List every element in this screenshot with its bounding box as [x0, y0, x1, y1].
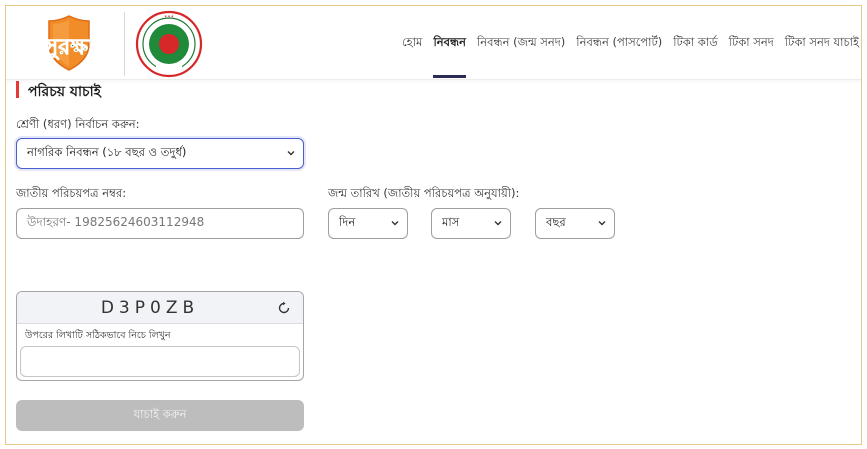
svg-text:সুরক্ষা: সুরক্ষা [43, 35, 96, 61]
captcha-code: D3P0ZB [100, 298, 200, 318]
category-select-value: নাগরিক নিবন্ধন (১৮ বছর ও তদুর্ধ) [27, 145, 187, 159]
chevron-down-icon [287, 150, 295, 155]
dob-month-value: মাস [442, 215, 460, 229]
svg-text:•••: ••• [164, 14, 174, 20]
captcha-input[interactable] [20, 346, 300, 377]
nav-item-vaccine-certificate[interactable]: টিকা সনদ [729, 6, 774, 80]
nid-placeholder: উদাহরণ- 19825624603112948 [27, 214, 205, 229]
category-select[interactable]: নাগরিক নিবন্ধন (১৮ বছর ও তদুর্ধ) [16, 138, 304, 169]
page-title: পরিচয় যাচাই [28, 84, 101, 100]
title-accent-bar [16, 81, 19, 98]
site-header: সুরক্ষা ••• হোম নিবন্ধন নিবন্ধন (জন্ম সন… [6, 6, 861, 80]
chevron-down-icon [494, 220, 502, 225]
captcha-panel: D3P0ZB উপরের লিখাটি সঠিকভাবে নিচে লিখুন [16, 291, 304, 381]
captcha-instruction: উপরের লিখাটি সঠিকভাবে নিচে লিখুন [25, 330, 171, 341]
nid-label: জাতীয় পরিচয়পত্র নম্বর: [16, 186, 127, 200]
dob-day-select[interactable]: দিন [328, 208, 408, 239]
verify-button[interactable]: যাচাই করুন [16, 400, 304, 431]
government-seal-icon: ••• [135, 10, 203, 78]
app-frame: সুরক্ষা ••• হোম নিবন্ধন নিবন্ধন (জন্ম সন… [5, 5, 862, 445]
main-nav: হোম নিবন্ধন নিবন্ধন (জন্ম সনদ) নিবন্ধন (… [391, 6, 861, 80]
category-label: শ্রেণী (ধরণ) নির্বাচন করুন: [16, 117, 140, 131]
dob-year-value: বছর [546, 215, 566, 229]
nav-item-registration-passport[interactable]: নিবন্ধন (পাসপোর্ট) [576, 6, 662, 80]
nav-item-registration-birth-certificate[interactable]: নিবন্ধন (জন্ম সনদ) [477, 6, 565, 80]
dob-month-select[interactable]: মাস [431, 208, 511, 239]
refresh-icon[interactable] [277, 301, 291, 315]
nav-item-vaccine-card[interactable]: টিকা কার্ড [673, 6, 717, 80]
nid-input[interactable]: উদাহরণ- 19825624603112948 [16, 208, 304, 239]
logo-divider [124, 12, 125, 76]
dob-label: জন্ম তারিখ (জাতীয় পরিচয়পত্র অনুযায়ী): [328, 186, 520, 200]
nav-item-registration[interactable]: নিবন্ধন [433, 6, 466, 80]
chevron-down-icon [598, 220, 606, 225]
surokkha-logo[interactable]: সুরক্ষা [21, 14, 117, 72]
dob-year-select[interactable]: বছর [535, 208, 615, 239]
dob-day-value: দিন [339, 215, 356, 229]
chevron-down-icon [391, 220, 399, 225]
nav-item-home[interactable]: হোম [402, 6, 422, 80]
nav-item-verify-vaccine-certificate[interactable]: টিকা সনদ যাচাই [785, 6, 859, 80]
